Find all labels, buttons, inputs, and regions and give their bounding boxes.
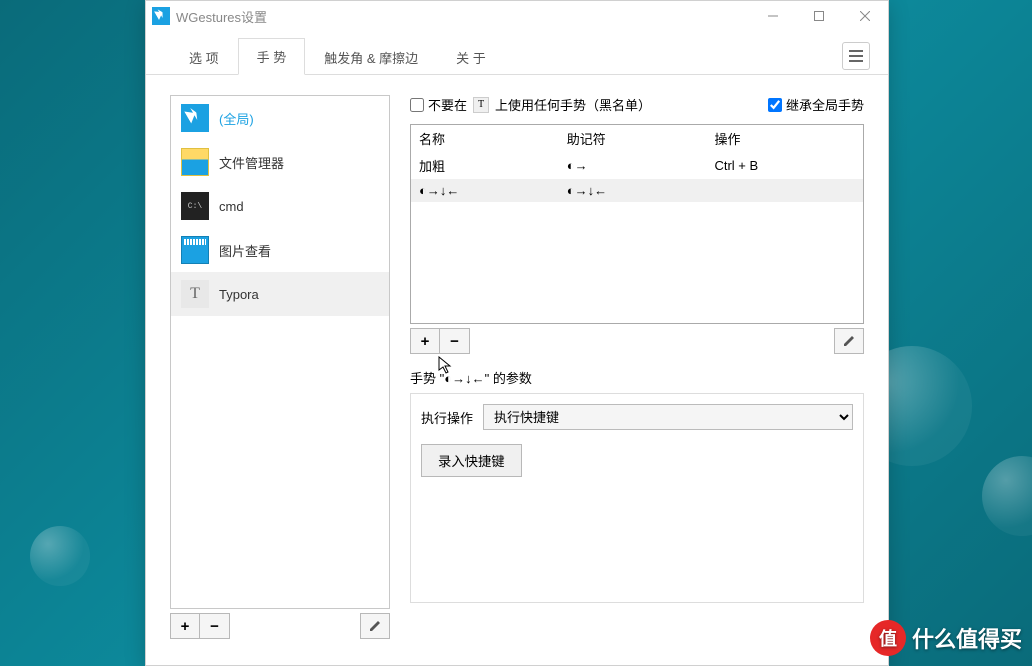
maximize-button[interactable] — [796, 1, 842, 31]
col-action: 操作 — [706, 125, 863, 152]
params-panel: 执行操作 执行快捷键 录入快捷键 — [410, 393, 864, 603]
pencil-icon — [842, 334, 856, 348]
exec-action-select[interactable]: 执行快捷键 — [483, 404, 853, 430]
remove-gesture-button[interactable]: − — [440, 328, 470, 354]
tab-about[interactable]: 关 于 — [437, 39, 505, 75]
table-row[interactable]: 加粗 ◐→ Ctrl + B — [411, 152, 863, 179]
app-label: cmd — [219, 199, 244, 214]
minimize-button[interactable] — [750, 1, 796, 31]
tab-options[interactable]: 选 项 — [170, 39, 238, 75]
watermark-badge-icon: 值 — [870, 620, 906, 656]
app-label: 图片查看 — [219, 241, 271, 260]
app-item-imageview[interactable]: 图片查看 — [171, 228, 389, 272]
terminal-icon: C:\ — [181, 192, 209, 220]
app-label: Typora — [219, 287, 259, 302]
add-gesture-button[interactable]: + — [410, 328, 440, 354]
app-list[interactable]: (全局) 文件管理器 C:\ cmd 图片查看 T Typora — [170, 95, 390, 609]
tab-triggers[interactable]: 触发角 & 摩擦边 — [305, 39, 437, 75]
inherit-checkbox[interactable]: 继承全局手势 — [768, 95, 864, 114]
cursor-icon — [181, 104, 209, 132]
remove-app-button[interactable]: − — [200, 613, 230, 639]
edit-gesture-button[interactable] — [834, 328, 864, 354]
table-row[interactable]: ◐→↓← ◐→↓← — [411, 179, 863, 202]
tabs-row: 选 项 手 势 触发角 & 摩擦边 关 于 — [146, 31, 888, 75]
typora-badge-icon: T — [473, 97, 489, 113]
app-icon — [152, 7, 170, 25]
pencil-icon — [368, 619, 382, 633]
image-icon — [181, 236, 209, 264]
col-mnemonic: 助记符 — [559, 125, 707, 152]
app-item-global[interactable]: (全局) — [171, 96, 389, 140]
titlebar: WGestures设置 — [146, 1, 888, 31]
record-shortcut-button[interactable]: 录入快捷键 — [421, 444, 522, 477]
exec-label: 执行操作 — [421, 408, 473, 427]
watermark: 值 什么值得买 — [870, 620, 1022, 656]
edit-app-button[interactable] — [360, 613, 390, 639]
app-item-explorer[interactable]: 文件管理器 — [171, 140, 389, 184]
col-name: 名称 — [411, 125, 559, 152]
settings-window: WGestures设置 选 项 手 势 触发角 & 摩擦边 关 于 (全局) — [145, 0, 889, 666]
app-item-cmd[interactable]: C:\ cmd — [171, 184, 389, 228]
gesture-table[interactable]: 名称 助记符 操作 加粗 ◐→ Ctrl + B ◐→↓← ◐→↓← — [410, 124, 864, 324]
params-title: 手势 "◐→↓←" 的参数 — [410, 368, 864, 387]
close-button[interactable] — [842, 1, 888, 31]
typora-icon: T — [181, 280, 209, 308]
app-label: (全局) — [219, 109, 254, 128]
app-label: 文件管理器 — [219, 153, 284, 172]
add-app-button[interactable]: + — [170, 613, 200, 639]
blacklist-checkbox[interactable]: 不要在 T 上使用任何手势（黑名单） — [410, 95, 651, 114]
tab-gestures[interactable]: 手 势 — [238, 38, 306, 75]
folder-icon — [181, 148, 209, 176]
app-item-typora[interactable]: T Typora — [171, 272, 389, 316]
window-title: WGestures设置 — [176, 7, 267, 26]
menu-button[interactable] — [842, 42, 870, 70]
